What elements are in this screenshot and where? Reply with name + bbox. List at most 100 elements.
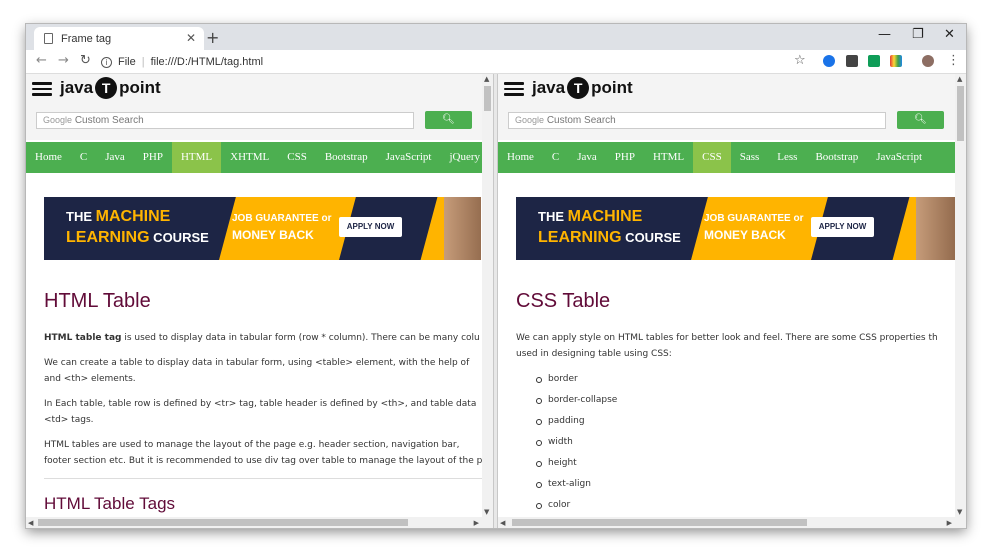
right-frame: java T point Google Custom Search 🔍︎ Hom… — [498, 74, 966, 528]
document-icon — [44, 33, 53, 44]
browser-tab[interactable]: Frame tag ✕ — [34, 27, 204, 50]
menu-item-css[interactable]: CSS — [278, 142, 316, 173]
logo-mark: T — [567, 77, 590, 99]
menu-item-sass[interactable]: Sass — [731, 142, 769, 173]
search-row: Google Custom Search 🔍︎ — [498, 102, 966, 140]
menu-item-xhtml[interactable]: XHTML — [221, 142, 278, 173]
hamburger-menu-icon[interactable] — [504, 82, 524, 96]
search-placeholder: Custom Search — [74, 115, 144, 126]
right-horizontal-scrollbar[interactable]: ◀ ▶ — [498, 517, 966, 528]
paragraph-line: <td> tags. — [44, 415, 94, 425]
tab-bar: Frame tag ✕ + — ❐ ✕ — [26, 24, 966, 50]
ad-line-1: THE MACHINE — [66, 208, 171, 225]
logo-text: java — [60, 78, 94, 97]
menu-item-java[interactable]: Java — [568, 142, 606, 173]
paragraph-line: We can create a table to display data in… — [44, 358, 470, 368]
page-content: THE MACHINE LEARNING COURSE JOB GUARANTE… — [34, 182, 493, 528]
menu-item-less[interactable]: Less — [768, 142, 806, 173]
apply-now-button[interactable]: APPLY NOW — [339, 217, 402, 237]
menu-item-html[interactable]: HTML — [644, 142, 693, 173]
site-logo[interactable]: java T point — [532, 77, 633, 99]
tab-title: Frame tag — [61, 32, 112, 45]
search-row: Google Custom Search 🔍︎ — [26, 102, 493, 140]
menu-item-bootstrap[interactable]: Bootstrap — [806, 142, 867, 173]
extension-icon[interactable] — [823, 55, 835, 67]
menu-item-javascript[interactable]: JavaScript — [867, 142, 931, 173]
forward-arrow-icon[interactable]: → — [58, 53, 69, 68]
back-arrow-icon[interactable]: ← — [36, 53, 47, 68]
right-vertical-scrollbar[interactable]: ▲ ▼ — [955, 74, 966, 517]
scroll-thumb[interactable] — [484, 86, 491, 111]
search-icon: 🔍︎ — [914, 114, 927, 125]
paragraph: HTML table tag is used to display data i… — [44, 333, 480, 343]
close-window-button[interactable]: ✕ — [944, 27, 955, 42]
css-properties-list: border border-collapse padding width height t… — [536, 369, 617, 516]
address-separator: | — [141, 56, 145, 68]
scroll-thumb[interactable] — [512, 519, 807, 526]
menu-item-c[interactable]: C — [543, 142, 568, 173]
address-url: file:///D:/HTML/tag.html — [150, 56, 264, 68]
site-header: java T point — [26, 74, 493, 102]
logo-mark: T — [95, 77, 118, 99]
menu-item-css[interactable]: CSS — [693, 142, 731, 173]
apply-now-button[interactable]: APPLY NOW — [811, 217, 874, 237]
search-button[interactable]: 🔍︎ — [425, 111, 472, 129]
browser-toolbar: ← → ↻ i File | file:///D:/HTML/tag.html … — [26, 50, 966, 74]
logo-text: point — [591, 78, 633, 97]
google-label: Google — [43, 115, 73, 125]
address-scheme: File — [118, 56, 136, 68]
menu-item-html[interactable]: HTML — [171, 142, 222, 173]
menu-item-home[interactable]: Home — [26, 142, 71, 173]
restore-button[interactable]: ❐ — [912, 27, 924, 42]
section-title: HTML Table Tags — [44, 494, 176, 513]
extension-icon[interactable] — [868, 55, 880, 67]
hamburger-menu-icon[interactable] — [32, 82, 52, 96]
ad-photo — [916, 197, 956, 260]
ad-guarantee: JOB GUARANTEE or — [704, 213, 804, 224]
advertisement-banner[interactable]: THE MACHINE LEARNING COURSE JOB GUARANTE… — [516, 197, 956, 260]
left-vertical-scrollbar[interactable]: ▲ ▼ — [482, 74, 493, 517]
logo-text: point — [119, 78, 161, 97]
paragraph-line: used in designing table using CSS: — [516, 349, 672, 359]
menu-item-php[interactable]: PHP — [606, 142, 644, 173]
scroll-thumb[interactable] — [38, 519, 408, 526]
ad-line-2: LEARNING COURSE — [66, 229, 209, 246]
address-bar[interactable]: i File | file:///D:/HTML/tag.html — [101, 53, 263, 71]
advertisement-banner[interactable]: THE MACHINE LEARNING COURSE JOB GUARANTE… — [44, 197, 481, 260]
menu-dots-icon[interactable]: ⋮ — [947, 53, 960, 68]
list-item: width — [536, 432, 617, 453]
bookmark-star-icon[interactable]: ☆ — [794, 53, 806, 68]
reload-icon[interactable]: ↻ — [80, 53, 91, 68]
avatar[interactable] — [922, 55, 934, 67]
left-frame: java T point Google Custom Search 🔍︎ Hom… — [26, 74, 493, 528]
site-header: java T point — [498, 74, 966, 102]
paragraph-line: and <th> elements. — [44, 374, 136, 384]
menu-item-c[interactable]: C — [71, 142, 96, 173]
page-content: THE MACHINE LEARNING COURSE JOB GUARANTE… — [506, 182, 966, 528]
info-icon[interactable]: i — [101, 56, 112, 68]
minimize-button[interactable]: — — [878, 27, 891, 42]
menu-item-bootstrap[interactable]: Bootstrap — [316, 142, 377, 173]
ad-photo — [444, 197, 481, 260]
close-tab-icon[interactable]: ✕ — [186, 31, 196, 45]
menu-item-php[interactable]: PHP — [134, 142, 172, 173]
page-title: CSS Table — [516, 290, 611, 312]
extension-icon[interactable] — [846, 55, 858, 67]
search-input[interactable]: Google Custom Search — [36, 112, 414, 129]
list-item: border — [536, 369, 617, 390]
extension-icon[interactable] — [890, 55, 902, 67]
paragraph-line: HTML tables are used to manage the layou… — [44, 440, 460, 450]
left-horizontal-scrollbar[interactable]: ◀ ▶ — [26, 517, 493, 528]
menu-item-javascript[interactable]: JavaScript — [377, 142, 441, 173]
menu-item-java[interactable]: Java — [96, 142, 134, 173]
list-item: border-collapse — [536, 390, 617, 411]
new-tab-button[interactable]: + — [206, 28, 219, 47]
search-input[interactable]: Google Custom Search — [508, 112, 886, 129]
menu-item-home[interactable]: Home — [498, 142, 543, 173]
list-item: height — [536, 453, 617, 474]
scroll-thumb[interactable] — [957, 86, 964, 141]
search-button[interactable]: 🔍︎ — [897, 111, 944, 129]
logo-text: java — [532, 78, 566, 97]
ad-line-2: LEARNING COURSE — [538, 229, 681, 246]
site-logo[interactable]: java T point — [60, 77, 161, 99]
